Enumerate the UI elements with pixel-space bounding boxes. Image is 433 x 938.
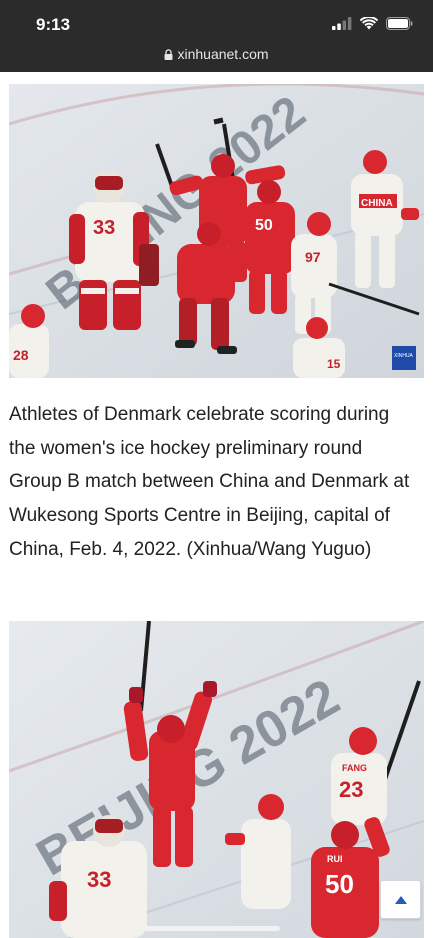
photo-1-scene: BEIJING 2022 33 50 97 CHINA 28 15 XINHUA — [9, 84, 424, 378]
url-text: xinhuanet.com — [177, 46, 269, 62]
photo-2-scene: BEIJING 2022 FANG 23 33 RUI 50 — [9, 621, 424, 938]
svg-text:33: 33 — [93, 217, 115, 239]
article-photo-2[interactable]: BEIJING 2022 FANG 23 33 RUI 50 — [9, 621, 424, 938]
svg-text:RUI: RUI — [327, 854, 343, 864]
home-indicator[interactable] — [140, 926, 280, 931]
xinhua-logo: XINHUA — [392, 346, 416, 370]
lock-icon — [164, 47, 173, 63]
status-icons — [332, 17, 413, 30]
url-bar[interactable]: xinhuanet.com — [0, 46, 433, 63]
article-photo-1[interactable]: BEIJING 2022 33 50 97 CHINA 28 15 XINHUA — [9, 84, 424, 378]
svg-text:33: 33 — [87, 867, 111, 892]
svg-text:FANG: FANG — [342, 763, 367, 773]
battery-icon — [386, 17, 413, 30]
svg-text:CHINA: CHINA — [361, 198, 393, 209]
svg-text:50: 50 — [255, 217, 273, 234]
svg-text:97: 97 — [305, 249, 321, 265]
arrow-up-icon — [394, 895, 407, 904]
svg-text:15: 15 — [327, 357, 341, 371]
xinhua-logo-text: XINHUA — [394, 353, 414, 359]
back-to-top-button[interactable] — [380, 880, 421, 919]
cellular-signal-icon — [332, 17, 352, 30]
svg-text:23: 23 — [339, 777, 363, 802]
status-bar: 9:13 xinhuanet.com — [0, 0, 433, 72]
svg-text:28: 28 — [13, 347, 29, 363]
svg-text:50: 50 — [325, 869, 354, 899]
status-time: 9:13 — [36, 15, 71, 34]
photo-caption: Athletes of Denmark celebrate scoring du… — [9, 404, 410, 560]
wifi-icon — [360, 17, 378, 30]
